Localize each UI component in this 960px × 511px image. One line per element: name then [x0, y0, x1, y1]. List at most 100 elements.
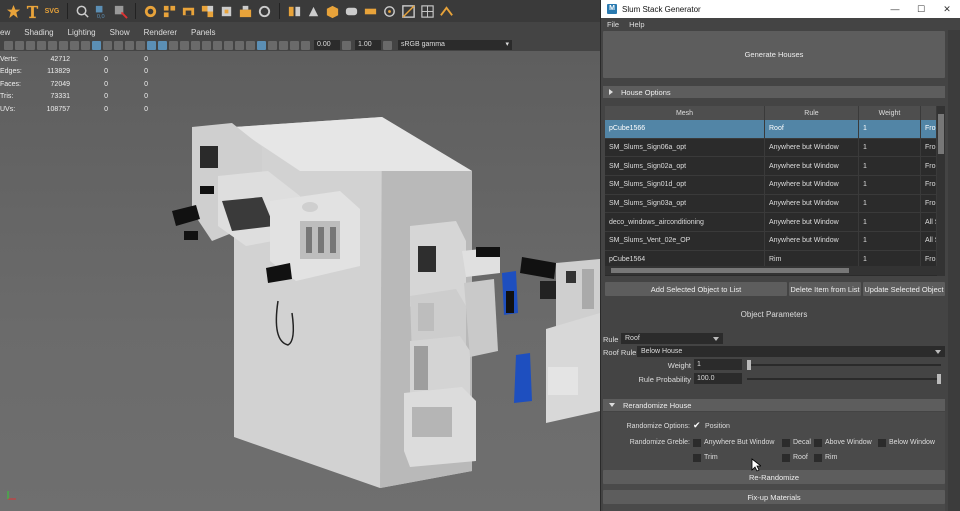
weight-slider[interactable]	[747, 360, 941, 370]
roof-rule-dropdown[interactable]: Below House	[637, 346, 945, 357]
table-row[interactable]: SM_Slums_Sign03a_opt Anywhere but Window…	[605, 194, 945, 214]
image-plane-icon[interactable]	[37, 40, 46, 50]
table-row[interactable]: deco_windows_airconditioning Anywhere bu…	[605, 213, 945, 233]
grease-pencil-icon[interactable]	[59, 40, 68, 50]
bridge-tool-icon[interactable]	[181, 4, 196, 19]
cube-grid-icon[interactable]	[162, 4, 177, 19]
viewport-menu-renderer[interactable]: Renderer	[144, 28, 177, 37]
position-checkbox[interactable]: ✔	[693, 420, 701, 431]
add-selected-object-button[interactable]: Add Selected Object to List	[605, 282, 787, 296]
mirror-tool-icon[interactable]	[287, 4, 302, 19]
text-tool-icon[interactable]	[25, 4, 40, 19]
column-header-rule[interactable]: Rule	[765, 106, 859, 120]
smooth-shade-icon[interactable]	[158, 40, 167, 50]
scrollbar-thumb[interactable]	[611, 268, 849, 273]
safe-action-icon[interactable]	[125, 40, 134, 50]
magnifier-tool-icon[interactable]	[75, 4, 90, 19]
grid-toggle-icon[interactable]	[70, 40, 79, 50]
isolate-select-icon[interactable]	[257, 40, 266, 50]
multi-cut-icon[interactable]	[401, 4, 416, 19]
trim-checkbox[interactable]	[693, 454, 701, 462]
svg-tool-icon[interactable]: SVG	[44, 8, 60, 15]
view-2d-icon[interactable]	[48, 40, 57, 50]
re-randomize-button[interactable]: Re-Randomize	[603, 470, 945, 484]
film-gate-icon[interactable]	[81, 40, 90, 50]
table-row[interactable]: pCube1566 Roof 1 Fron	[605, 120, 945, 139]
update-selected-object-button[interactable]: Update Selected Object	[863, 282, 945, 296]
table-row[interactable]: SM_Slums_Sign02a_opt Anywhere but Window…	[605, 157, 945, 177]
motion-blur-icon[interactable]	[224, 40, 233, 50]
scrollbar-thumb[interactable]	[938, 114, 944, 154]
append-tool-icon[interactable]	[363, 4, 378, 19]
loop-tool-icon[interactable]	[257, 4, 272, 19]
xray-joints-icon[interactable]	[279, 40, 288, 50]
exposure-icon[interactable]	[301, 40, 310, 50]
color-space-dropdown[interactable]: sRGB gamma ▾	[398, 40, 512, 50]
smooth-tool-icon[interactable]	[344, 4, 359, 19]
menu-help[interactable]: Help	[629, 20, 644, 29]
uv-tool-icon[interactable]: 0,0	[94, 4, 109, 19]
anti-aliasing-icon[interactable]	[235, 40, 244, 50]
extrude-tool-icon[interactable]	[238, 4, 253, 19]
house-options-header[interactable]: House Options	[603, 86, 945, 98]
target-weld-icon[interactable]	[382, 4, 397, 19]
roof-checkbox[interactable]	[782, 454, 790, 462]
menu-file[interactable]: File	[607, 20, 619, 29]
viewport-menu-lighting[interactable]: Lighting	[68, 28, 96, 37]
field-chart-icon[interactable]	[114, 40, 123, 50]
minimize-button[interactable]: —	[882, 4, 908, 14]
delete-item-button[interactable]: Delete Item from List	[789, 282, 861, 296]
rim-checkbox[interactable]	[814, 454, 822, 462]
camera-icon[interactable]	[4, 40, 13, 50]
maximize-button[interactable]: ☐	[908, 4, 934, 15]
table-vertical-scrollbar[interactable]	[937, 106, 945, 276]
rule-dropdown[interactable]: Roof	[621, 333, 723, 344]
grid-tool-icon[interactable]	[420, 4, 435, 19]
slider-knob[interactable]	[937, 374, 941, 384]
column-header-mesh[interactable]: Mesh	[605, 106, 765, 120]
viewport-menu-panels[interactable]: Panels	[191, 28, 215, 37]
remove-tool-icon[interactable]	[113, 4, 128, 19]
rule-probability-field[interactable]: 100.0	[694, 373, 742, 384]
decal-checkbox[interactable]	[782, 439, 790, 447]
weight-field[interactable]: 1	[694, 359, 742, 370]
table-row[interactable]: SM_Slums_Vent_02e_OP Anywhere but Window…	[605, 232, 945, 251]
xray-icon[interactable]	[268, 40, 277, 50]
window-titlebar[interactable]: M Slum Stack Generator — ☐ ✕	[601, 0, 960, 18]
textured-icon[interactable]	[180, 40, 189, 50]
color-management-icon[interactable]	[383, 40, 392, 50]
table-row[interactable]: SM_Slums_Sign06a_opt Anywhere but Window…	[605, 138, 945, 158]
history-tool-icon[interactable]	[143, 4, 158, 19]
rule-probability-slider[interactable]	[747, 374, 941, 384]
gamma-field[interactable]: 1.00	[355, 40, 381, 50]
default-material-icon[interactable]	[169, 40, 178, 50]
wireframe-icon[interactable]	[147, 40, 156, 50]
viewport-menu-view[interactable]: ew	[0, 28, 10, 37]
checker-tool-icon[interactable]	[200, 4, 215, 19]
star-tool-icon[interactable]	[6, 4, 21, 19]
lights-icon[interactable]	[191, 40, 200, 50]
viewport-menu-shading[interactable]: Shading	[24, 28, 53, 37]
above-window-checkbox[interactable]	[814, 439, 822, 447]
shadows-icon[interactable]	[202, 40, 211, 50]
anywhere-but-window-checkbox[interactable]	[693, 439, 701, 447]
table-row[interactable]: SM_Slums_Sign01d_opt Anywhere but Window…	[605, 176, 945, 195]
safe-title-icon[interactable]	[136, 40, 145, 50]
rerandomize-house-header[interactable]: Rerandomize House	[603, 399, 945, 411]
window-scrollbar[interactable]	[948, 30, 960, 511]
close-button[interactable]: ✕	[934, 4, 960, 15]
gamma-icon[interactable]	[342, 40, 351, 50]
below-window-checkbox[interactable]	[878, 439, 886, 447]
cube-tool-icon[interactable]	[325, 4, 340, 19]
fix-up-materials-button[interactable]: Fix-up Materials	[603, 490, 945, 504]
depth-of-field-icon[interactable]	[246, 40, 255, 50]
exposure-field[interactable]: 0.00	[314, 40, 340, 50]
bevel-tool-icon[interactable]	[306, 4, 321, 19]
generate-houses-button[interactable]: Generate Houses	[603, 31, 945, 78]
viewport-menu-show[interactable]: Show	[110, 28, 130, 37]
slider-knob[interactable]	[747, 360, 751, 370]
resolution-gate-icon[interactable]	[92, 40, 101, 50]
camera-attributes-icon[interactable]	[15, 40, 24, 50]
xray-components-icon[interactable]	[290, 40, 299, 50]
column-header-extra[interactable]	[921, 106, 937, 120]
